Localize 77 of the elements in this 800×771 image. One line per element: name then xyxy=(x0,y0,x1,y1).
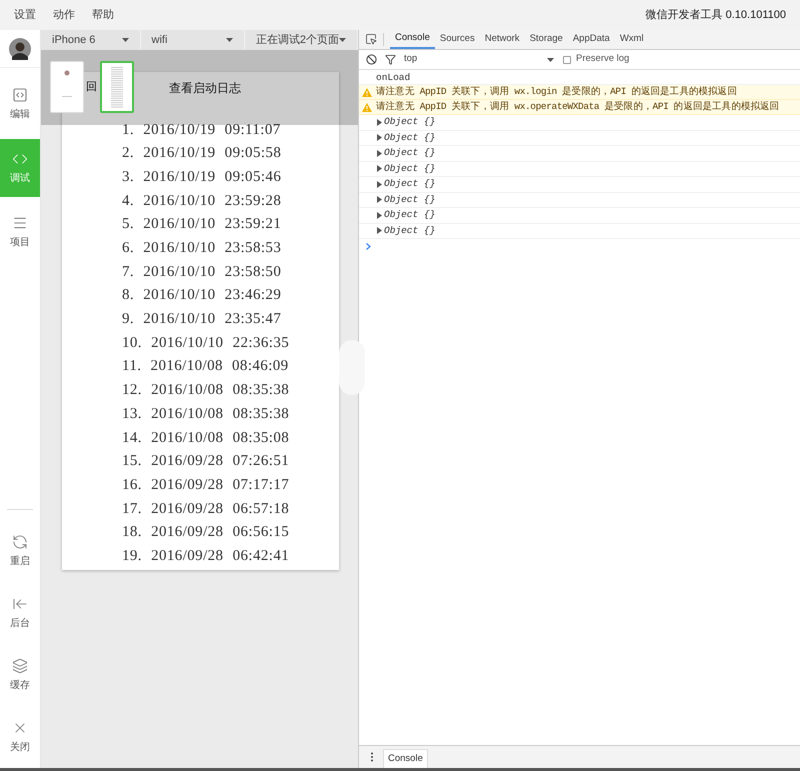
log-entry: 6. 2016/10/10 23:58:53 xyxy=(122,239,282,258)
sidebar-item[interactable]: 后台 xyxy=(0,582,40,644)
page-title: 查看启动日志 xyxy=(169,80,241,97)
console-warning: 请注意无 AppID 关联下，调用 wx.login 是受限的，API 的返回是工具的模拟返回 xyxy=(359,85,800,100)
expand-arrow-icon[interactable] xyxy=(377,196,382,204)
sidebar-item[interactable]: 重启 xyxy=(0,520,40,582)
context-dropdown[interactable]: top xyxy=(404,52,554,67)
expand-arrow-icon[interactable] xyxy=(377,227,382,234)
app-title: 微信开发者工具 0.10.101100 xyxy=(646,8,786,23)
console-object[interactable]: Object {} xyxy=(384,192,436,207)
caret-icon xyxy=(226,38,233,42)
log-entry: 1. 2016/10/19 09:11:07 xyxy=(122,120,281,140)
menu-item[interactable]: 设置 xyxy=(14,6,36,24)
devtools-tab[interactable]: Sources xyxy=(434,29,480,49)
log-entry: 7. 2016/10/10 23:58:50 xyxy=(122,262,282,282)
page-thumbnail[interactable] xyxy=(100,61,134,113)
log-entry: 13. 2016/10/08 08:35:38 xyxy=(122,404,290,424)
console-object[interactable]: Object {} xyxy=(384,130,436,145)
console-object[interactable]: Object {} xyxy=(384,208,436,222)
expand-arrow-icon[interactable] xyxy=(377,134,382,142)
log-entry: 15. 2016/09/28 07:26:51 xyxy=(122,452,290,472)
inspect-icon[interactable] xyxy=(365,33,377,45)
log-entry: 12. 2016/10/08 08:35:38 xyxy=(122,381,290,400)
expand-arrow-icon[interactable] xyxy=(377,180,382,188)
toolbar-dropdown[interactable]: iPhone 6 xyxy=(41,30,141,50)
back-button[interactable]: 回 xyxy=(86,81,97,94)
console-object[interactable]: Object {} xyxy=(384,162,436,176)
expand-arrow-icon[interactable] xyxy=(377,118,382,126)
page-preview-icon xyxy=(108,65,126,109)
layers-icon xyxy=(12,658,28,674)
log-entry: 14. 2016/10/08 08:35:08 xyxy=(122,428,290,448)
log-entry: 17. 2016/09/28 06:57:18 xyxy=(122,500,290,519)
log-entry: 3. 2016/10/19 09:05:46 xyxy=(122,168,282,187)
toolbar-dropdown[interactable]: wifi xyxy=(140,30,245,50)
toolbar-dropdown[interactable]: 正在调试2个页面 xyxy=(244,30,358,50)
expand-arrow-icon[interactable] xyxy=(377,165,382,172)
caret-icon xyxy=(122,38,129,42)
expand-arrow-icon[interactable] xyxy=(377,150,382,157)
log-entry: 18. 2016/09/28 06:56:15 xyxy=(122,523,290,542)
console-object[interactable]: Object {} xyxy=(384,177,436,192)
caret-icon xyxy=(547,58,554,62)
warning-icon xyxy=(362,88,372,96)
console-warning: 请注意无 AppID 关联下，调用 wx.operateWXData 是受限的，API 的返回是工具的模拟返回 xyxy=(359,100,800,115)
menu-item[interactable]: 动作 xyxy=(53,6,75,24)
sidebar-item[interactable]: 缓存 xyxy=(0,644,40,706)
filter-icon[interactable] xyxy=(385,54,396,65)
log-entry: 4. 2016/10/10 23:59:28 xyxy=(122,192,282,211)
console-message: onLoad xyxy=(376,70,410,85)
avatar[interactable] xyxy=(9,38,31,60)
console-object[interactable]: Object {} xyxy=(384,146,436,160)
drawer-tab[interactable]: Console xyxy=(383,749,428,768)
log-entry: 2. 2016/10/19 09:05:58 xyxy=(122,144,282,164)
devtools-tab[interactable]: Console xyxy=(390,29,435,49)
devtools-tab[interactable]: Network xyxy=(480,29,525,49)
devtools-tab[interactable]: Storage xyxy=(524,29,568,49)
console-object[interactable]: Object {} xyxy=(384,224,436,238)
log-entry: 19. 2016/09/28 06:42:41 xyxy=(122,546,290,566)
console-object[interactable]: Object {} xyxy=(384,115,436,130)
log-entry: 16. 2016/09/28 07:17:17 xyxy=(122,476,290,495)
menu-item[interactable]: 帮助 xyxy=(92,6,114,24)
refresh-icon xyxy=(12,534,28,550)
devtools-tab[interactable]: Wxml xyxy=(614,29,649,49)
code-window-icon xyxy=(12,86,28,102)
warning-icon xyxy=(362,102,372,112)
prompt-chevron-icon xyxy=(366,243,371,250)
caret-icon xyxy=(339,38,346,42)
preserve-log-checkbox[interactable]: Preserve log xyxy=(563,52,630,67)
log-entry: 5. 2016/10/10 23:59:21 xyxy=(122,215,282,234)
sidebar-item[interactable]: 关闭 xyxy=(0,706,40,768)
log-entry: 10. 2016/10/10 22:36:35 xyxy=(122,334,290,353)
clear-console-icon[interactable] xyxy=(366,54,377,65)
expand-arrow-icon[interactable] xyxy=(377,212,382,219)
log-entry: 9. 2016/10/10 23:35:47 xyxy=(122,310,282,330)
log-entry: 8. 2016/10/10 23:46:29 xyxy=(122,286,282,306)
resize-handle[interactable] xyxy=(339,340,365,395)
devtools-tab[interactable]: AppData xyxy=(568,29,615,49)
log-entry: 11. 2016/10/08 08:46:09 xyxy=(122,357,289,376)
